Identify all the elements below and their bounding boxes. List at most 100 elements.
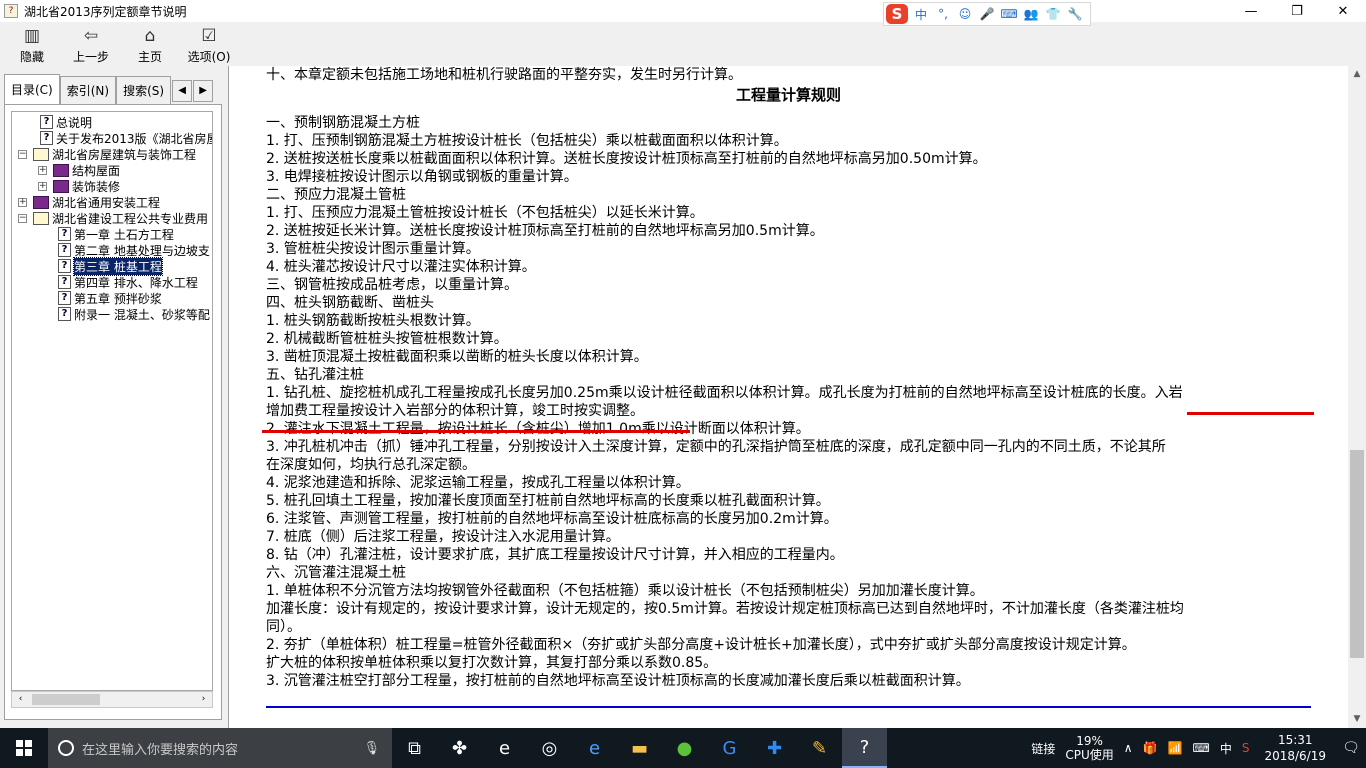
ime-keyboard-icon[interactable]: ⌨ [1000,7,1018,21]
taskbar-search[interactable]: 在这里输入你要搜索的内容 🎙 [48,728,392,768]
help-app-icon[interactable]: ? [842,728,887,768]
help-page-icon: ? [58,291,71,305]
help-page-icon: ? [58,227,71,241]
tree-item[interactable]: ? 第一章 土石方工程 [58,226,174,242]
tree-item[interactable]: − 湖北省建设工程公共专业费用 [18,210,208,226]
scroll-up-icon[interactable]: ▲ [1348,66,1366,83]
expand-icon[interactable]: + [18,197,27,207]
app-plus-icon[interactable]: ✚ [752,728,797,768]
text-line: 6. 注浆管、声测管工程量，按打桩前的自然地坪标高至设计桩底标高的长度另加0.2… [266,511,838,527]
tab-scroll-right-icon[interactable]: ▶ [193,80,214,102]
tree-item[interactable]: ? 总说明 [40,114,92,130]
links-toolbar[interactable]: 链接 [1026,740,1060,757]
tree-item[interactable]: + 结构屋面 [38,162,120,178]
help-page-icon: ? [40,115,53,129]
text-line: 1. 打、压预制钢筋混凝土方桩按设计桩长（包括桩尖）乘以桩截面面积以体积计算。 [266,133,788,149]
scroll-left-icon[interactable]: ‹ [12,692,29,707]
start-button[interactable] [0,728,48,768]
pinwheel-icon[interactable]: ✤ [437,728,482,768]
options-button[interactable]: ☑ 选项(O) [181,22,237,66]
clock[interactable]: 15:31 2018/6/19 [1254,732,1336,764]
text-line: 一、预制钢筋混凝土方桩 [266,115,420,131]
tree-item-selected[interactable]: ? 第三章 桩基工程 [58,256,163,276]
toolbar: ▥ 隐藏 ⇦ 上一步 ⌂ 主页 ☑ 选项(O) [0,22,1366,66]
content-vertical-scrollbar[interactable]: ▲ ▼ [1348,66,1366,728]
ime-voice-icon[interactable]: 🎤 [978,7,996,21]
tree-horizontal-scrollbar[interactable]: ‹ › [11,691,213,708]
text-line: 3. 电焊接桩按设计图示以角钢或钢板的重量计算。 [266,169,578,185]
ime-chinese-toggle[interactable]: 中 [912,6,930,23]
search-placeholder: 在这里输入你要搜索的内容 [82,742,239,758]
hide-button[interactable]: ▥ 隐藏 [4,22,60,66]
notification-icon[interactable]: 🗨 [1336,740,1366,756]
text-line: 5. 桩孔回填土工程量，按加灌长度顶面至打桩前自然地坪标高的长度乘以桩孔截面积计… [266,493,830,509]
tree-item[interactable]: + 装饰装修 [38,178,120,194]
open-book-icon [33,147,49,161]
text-line: 四、桩头钢筋截断、凿桩头 [266,295,434,311]
tab-contents[interactable]: 目录(C) [4,74,60,104]
chevron-up-icon[interactable]: ∧ [1119,741,1138,755]
tab-index[interactable]: 索引(N) [59,76,117,104]
cortana-icon [58,740,74,756]
restore-button[interactable]: ❐ [1274,0,1320,22]
text-line: 4. 泥浆池建造和拆除、泥浆运输工程量，按成孔工程量以体积计算。 [266,475,690,491]
window-title: 湖北省2013序列定额章节说明 [24,4,187,19]
text-line: 1. 单桩体积不分沉管方法均按钢管外径截面积（不包括桩箍）乘以设计桩长（不包括预… [266,583,984,599]
nav-tabs: 目录(C) 索引(N) 搜索(S) ◀ ▶ [4,74,222,104]
edge-icon[interactable]: e [482,728,527,768]
microphone-icon[interactable]: 🎙 [363,741,380,756]
text-line: 二、预应力混凝土管桩 [266,187,406,203]
ime-emoji-icon[interactable]: ☺ [956,7,974,21]
sogou-logo-icon[interactable]: S [886,4,908,24]
ime-skin-icon[interactable]: 👕 [1044,7,1062,21]
tab-search[interactable]: 搜索(S) [116,76,172,104]
home-button[interactable]: ⌂ 主页 [122,22,178,66]
expand-icon[interactable]: + [38,165,47,175]
notes-icon[interactable]: ✎ [797,728,842,768]
scroll-right-icon[interactable]: › [195,692,212,707]
gift-icon[interactable]: 🎁 [1138,741,1163,755]
collapse-icon[interactable]: − [18,213,27,223]
collapse-icon[interactable]: − [18,149,27,159]
app-green-icon[interactable]: ● [662,728,707,768]
tab-scroll-left-icon[interactable]: ◀ [172,80,193,102]
network-icon[interactable]: 📶 [1163,741,1188,755]
sogou-tray-icon[interactable]: S [1237,741,1255,755]
minimize-button[interactable]: — [1228,0,1274,22]
scroll-thumb[interactable] [32,694,100,705]
text-line: 3. 管桩桩尖按设计图示重量计算。 [266,241,480,257]
tree-item[interactable]: + 湖北省通用安装工程 [18,194,160,210]
back-button[interactable]: ⇦ 上一步 [63,22,119,66]
keyboard-icon[interactable]: ⌨ [1188,741,1215,755]
text-line: 2. 送桩按延长米计算。送桩长度按设计桩顶标高至打桩前的自然地坪标高另加0.5m… [266,223,824,239]
close-button[interactable]: ✕ [1320,0,1366,22]
ie-icon[interactable]: e [572,728,617,768]
ime-user-icon[interactable]: 👥 [1022,7,1040,21]
cpu-label: CPU使用 [1065,748,1114,762]
scroll-down-icon[interactable]: ▼ [1348,711,1366,728]
ime-toolbar[interactable]: S 中 °, ☺ 🎤 ⌨ 👥 👕 🔧 [883,2,1091,26]
ime-language[interactable]: 中 [1215,740,1237,757]
ime-settings-icon[interactable]: 🔧 [1066,7,1084,21]
browser-icon[interactable]: ◎ [527,728,572,768]
ime-punct-icon[interactable]: °, [934,7,952,21]
folder-icon[interactable]: ▬ [617,728,662,768]
taskbar: 在这里输入你要搜索的内容 🎙 ⧉ ✤ e ◎ e ▬ ● G ✚ ✎ ? 链接 … [0,728,1366,768]
tree-item[interactable]: ? 第四章 排水、降水工程 [58,274,198,290]
contents-tree[interactable]: ? 总说明 ? 关于发布2013版《湖北省房屋 − 湖北省房屋建筑与装饰工程 +… [11,111,213,691]
text-line: 2. 机械截断管桩桩头按管桩根数计算。 [266,331,508,347]
intro-line: 十、本章定额未包括施工场地和桩机行驶路面的平整夯实，发生时另行计算。 [266,67,742,83]
expand-icon[interactable]: + [38,181,47,191]
tree-item[interactable]: ? 第五章 预拌砂浆 [58,290,162,306]
task-view-icon[interactable]: ⧉ [392,728,437,768]
tree-item[interactable]: ? 关于发布2013版《湖北省房屋 [40,130,212,146]
cpu-percent: 19% [1076,734,1103,748]
scroll-thumb[interactable] [1350,450,1364,658]
tree-item[interactable]: ? 附录一 混凝土、砂浆等配 [58,306,210,322]
tree-item[interactable]: − 湖北省房屋建筑与装饰工程 [18,146,196,162]
text-line: 加灌长度：设计有规定的，按设计要求计算，设计无规定的，按0.5m计算。若按设计规… [266,601,1184,617]
app-g-icon[interactable]: G [707,728,752,768]
tree-item[interactable]: ? 第二章 地基处理与边坡支 [58,242,210,258]
text-line: 六、沉管灌注混凝土桩 [266,565,406,581]
red-underline-annotation [262,430,690,433]
